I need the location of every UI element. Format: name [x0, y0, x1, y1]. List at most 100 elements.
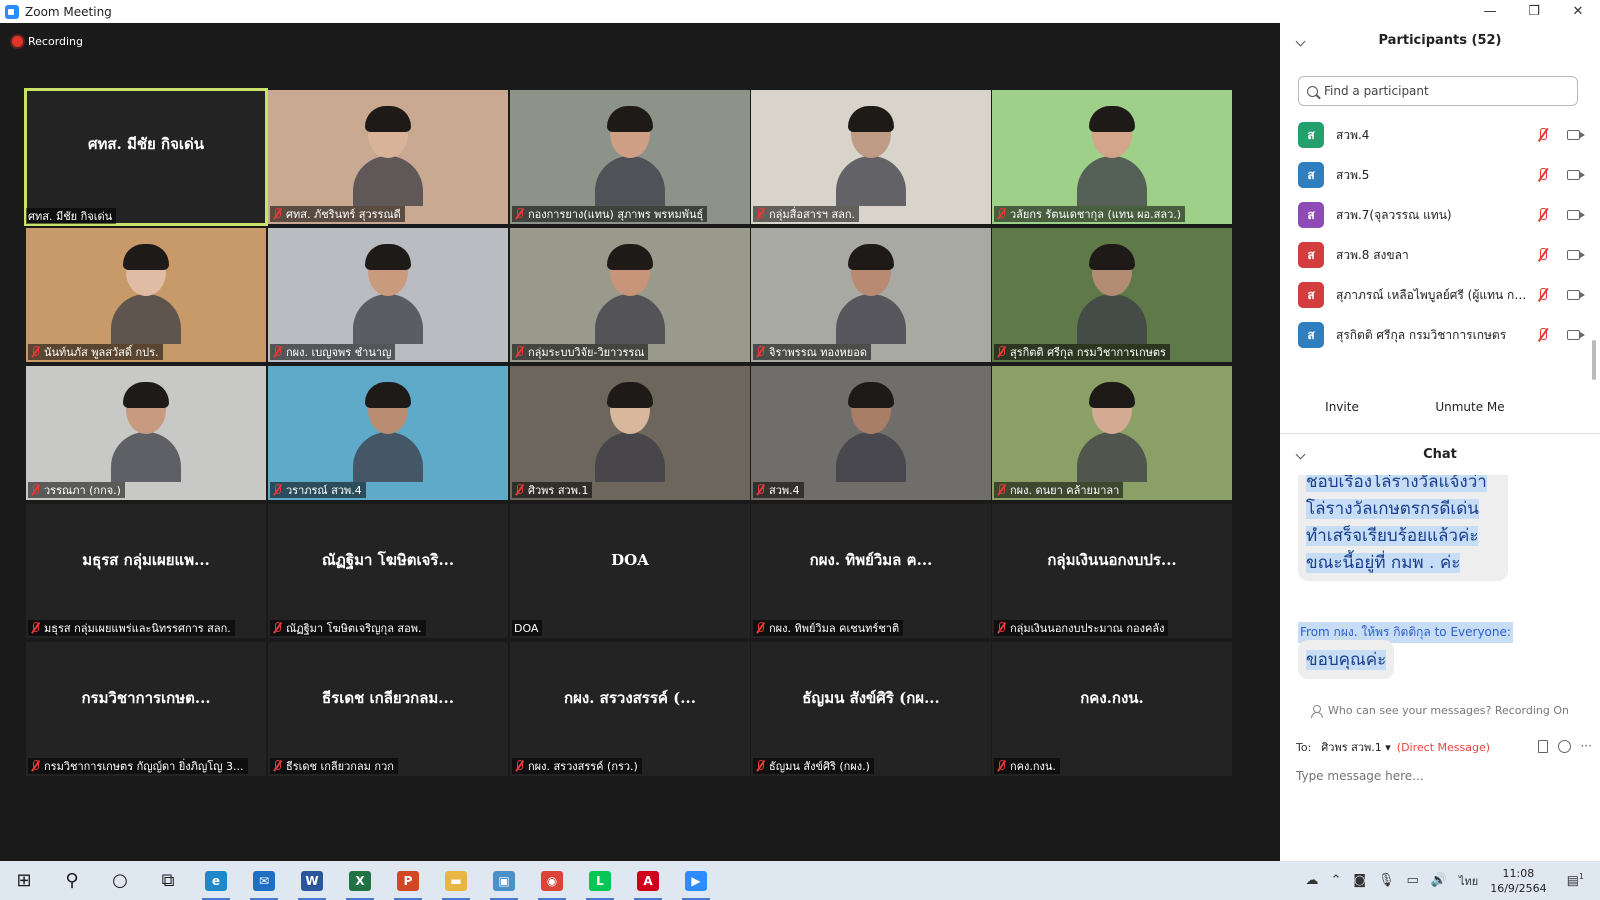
notification-icon[interactable]: ▤1 — [1567, 872, 1584, 888]
taskbar-cortana[interactable]: ○ — [96, 861, 144, 900]
video-tile[interactable]: ธีรเดช เกลียวกลม... ธีรเดช เกลียวกลม กวก — [268, 642, 508, 776]
participant-row[interactable]: ส สุรกิตติ ศรีกุล กรมวิชาการเกษตร — [1280, 315, 1600, 355]
tile-name-label: กลุ่มระบบวิจัย-วิยาวรรณ — [512, 344, 649, 360]
chevron-down-icon: ▾ — [1385, 741, 1391, 754]
video-tile[interactable]: วราภรณ์ สวพ.4 — [268, 366, 508, 500]
restore-button[interactable]: ❐ — [1512, 0, 1556, 23]
participant-search-input[interactable]: Find a participant — [1298, 76, 1578, 106]
video-tile[interactable]: วรรณภา (กกจ.) — [26, 366, 266, 500]
taskbar-task-view[interactable]: ⧉ — [144, 861, 192, 900]
muted-mic-icon[interactable] — [1536, 248, 1550, 262]
video-tile[interactable]: กลุ่มระบบวิจัย-วิยาวรรณ — [510, 228, 750, 362]
video-body — [1077, 294, 1147, 344]
video-tile[interactable]: สวพ.4 — [751, 366, 991, 500]
video-tile[interactable]: ศทส. ภัชรินทร์ สุวรรณดี — [268, 90, 508, 224]
camera-off-icon[interactable] — [1567, 330, 1585, 340]
video-tile[interactable]: ศทส. มีชัย กิจเด่น ศทส. มีชัย กิจเด่น — [24, 88, 268, 226]
network-icon[interactable]: ▭ — [1406, 873, 1418, 888]
participant-row[interactable]: ส สวพ.4 — [1280, 115, 1600, 155]
recording-indicator[interactable]: Recording — [12, 35, 83, 48]
chat-scrollbar[interactable] — [1592, 475, 1596, 695]
taskbar-mail[interactable]: ✉ — [240, 861, 288, 900]
video-tile[interactable]: จิราพรรณ ทองหยอด — [751, 228, 991, 362]
video-tile[interactable]: ธัญมน สังข์ศิริ (กผ... ธัญมน สังข์ศิริ (ก… — [751, 642, 991, 776]
muted-mic-icon — [514, 760, 524, 772]
muted-mic-icon[interactable] — [1536, 288, 1550, 302]
taskbar-windows-start[interactable]: ⊞ — [0, 861, 48, 900]
video-tile[interactable]: กคง.กงน. กคง.กงน. — [992, 642, 1232, 776]
taskbar-acrobat[interactable]: A — [624, 861, 672, 900]
camera-off-icon[interactable] — [1567, 250, 1585, 260]
sender-name[interactable]: กผง. ให้พร กิตติกุล — [1334, 625, 1431, 639]
chat-message-input[interactable] — [1296, 766, 1592, 786]
volume-icon[interactable]: 🔊 — [1431, 873, 1447, 888]
emoji-icon[interactable] — [1557, 740, 1571, 753]
invite-button[interactable]: Invite — [1316, 395, 1368, 419]
clock[interactable]: 11:08 16/9/2564 — [1490, 866, 1546, 896]
close-button[interactable]: ✕ — [1556, 0, 1600, 23]
participant-scrollbar[interactable] — [1592, 115, 1596, 405]
taskbar-zoom[interactable]: ▶ — [672, 861, 720, 900]
video-tile[interactable]: กองการยาง(แทน) สุภาพร พรหมพันธุ์ — [510, 90, 750, 224]
camera-off-icon[interactable] — [1567, 130, 1585, 140]
video-tile[interactable]: มธุรส กลุ่มเผยแพ... มธุรส กลุ่มเผยแพร่และ… — [26, 504, 266, 638]
video-tile[interactable]: กลุ่มสื่อสารฯ สลก. — [751, 90, 991, 224]
video-tile[interactable]: ณัฏฐิมา โฆษิตเจริ... ณัฏฐิมา โฆษิตเจริญกุ… — [268, 504, 508, 638]
muted-mic-icon[interactable] — [1536, 208, 1550, 222]
video-tile[interactable]: ศิวพร สวพ.1 — [510, 366, 750, 500]
taskbar-control-panel[interactable]: ▣ — [480, 861, 528, 900]
direct-message-label: (Direct Message) — [1396, 740, 1491, 754]
window-title: Zoom Meeting — [25, 4, 112, 19]
taskbar-word[interactable]: W — [288, 861, 336, 900]
muted-mic-icon[interactable] — [1536, 128, 1550, 142]
camera-off-icon[interactable] — [1567, 170, 1585, 180]
participant-row[interactable]: ส สวพ.7(จุลวรรณ แทน) — [1280, 195, 1600, 235]
taskbar-file-explorer[interactable]: ▬ — [432, 861, 480, 900]
participant-video — [836, 106, 906, 206]
microphone-icon[interactable]: 🎙 — [1378, 873, 1395, 888]
video-tile[interactable]: สุรกิตติ ศรีกุล กรมวิชาการเกษตร — [992, 228, 1232, 362]
language-indicator[interactable]: ไทย — [1459, 872, 1478, 890]
chat-line-wrap: ทำเสร็จเรียบร้อยแล้วค่ะ — [1306, 523, 1500, 550]
camera-off-icon[interactable] — [1567, 290, 1585, 300]
video-body — [1077, 156, 1147, 206]
muted-mic-icon[interactable] — [1536, 328, 1550, 342]
taskbar-powerpoint[interactable]: P — [384, 861, 432, 900]
file-icon[interactable] — [1537, 740, 1548, 753]
participant-row[interactable]: ส สุภาภรณ์ เหลือไพบูลย์ศรี (ผู้แทน กม... — [1280, 275, 1600, 315]
muted-mic-icon[interactable] — [1536, 168, 1550, 182]
taskbar-line[interactable]: L — [576, 861, 624, 900]
taskbar-excel[interactable]: X — [336, 861, 384, 900]
video-tile[interactable]: กผง. เบญจพร ชำนาญ — [268, 228, 508, 362]
participant-video — [353, 244, 423, 344]
taskbar-search[interactable]: ⚲ — [48, 861, 96, 900]
chevron-up-icon[interactable]: ⌃ — [1330, 873, 1341, 888]
scroll-thumb[interactable] — [1592, 340, 1596, 380]
muted-mic-icon — [272, 622, 282, 634]
video-tile[interactable]: นันท์นภัส พูลสวัสดิ์ กปร. — [26, 228, 266, 362]
video-tile[interactable]: กลุ่มเงินนอกงบปร... กลุ่มเงินนอกงบประมาณ … — [992, 504, 1232, 638]
muted-mic-icon — [30, 622, 40, 634]
participant-row[interactable]: ส สวพ.5 — [1280, 155, 1600, 195]
video-tile[interactable]: กผง. ดนยา คล้ายมาลา — [992, 366, 1232, 500]
participant-row[interactable]: ส สวพ.8 สงขลา — [1280, 235, 1600, 275]
video-body — [836, 432, 906, 482]
video-tile[interactable]: DOA DOA — [510, 504, 750, 638]
camera-off-icon[interactable] — [1567, 210, 1585, 220]
video-tile[interactable]: กรมวิชาการเกษต... กรมวิชาการเกษตร กัญญ์ดา… — [26, 642, 266, 776]
video-tile[interactable]: กผง. ทิพย์วิมล ฅ... กผง. ทิพย์วิมล คเชนทร… — [751, 504, 991, 638]
minimize-button[interactable]: — — [1468, 0, 1512, 23]
taskbar-chrome[interactable]: ◉ — [528, 861, 576, 900]
more-icon[interactable]: ··· — [1581, 740, 1592, 753]
video-tile[interactable]: วลัยกร รัตนเดชากุล (แทน ผอ.สลว.) — [992, 90, 1232, 224]
participant-video — [353, 382, 423, 482]
camera-icon[interactable]: ◙ — [1353, 873, 1366, 888]
who-can-see-link[interactable]: Who can see your messages? Recording On — [1280, 704, 1600, 718]
tile-center-name: DOA — [611, 551, 649, 569]
unmute-me-button[interactable]: Unmute Me — [1430, 395, 1510, 419]
recipient-select[interactable]: ศิวพร สวพ.1 ▾ — [1321, 738, 1390, 756]
video-tile[interactable]: กผง. สรวงสรรค์ (... กผง. สรวงสรรค์ (กรว.) — [510, 642, 750, 776]
video-hair — [607, 244, 653, 270]
taskbar-edge[interactable]: e — [192, 861, 240, 900]
cloud-icon[interactable]: ☁ — [1305, 873, 1318, 888]
